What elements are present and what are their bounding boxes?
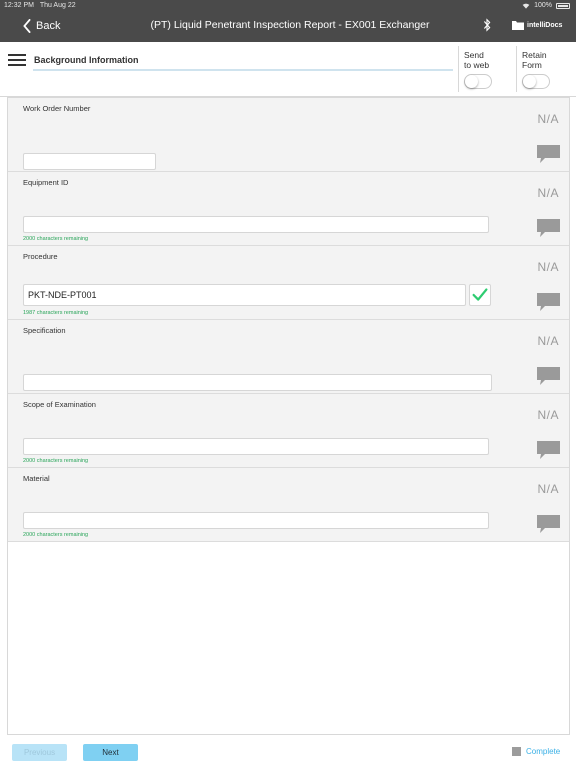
bottom-bar: Previous Next Complete (0, 735, 576, 768)
send-to-web-label: Send to web (464, 50, 490, 70)
na-button[interactable]: N/A (537, 112, 559, 126)
wifi-icon (522, 3, 530, 9)
specification-input[interactable] (23, 374, 492, 391)
form-area: Work Order Number N/A Equipment ID N/A 2… (7, 97, 570, 735)
field-scope-of-examination: Scope of Examination N/A 2000 characters… (8, 394, 569, 468)
check-icon (472, 288, 488, 301)
field-work-order-number: Work Order Number N/A (8, 98, 569, 172)
comment-icon[interactable] (536, 218, 561, 238)
comment-icon[interactable] (536, 440, 561, 460)
complete-label: Complete (526, 747, 561, 756)
work-order-number-input[interactable] (23, 153, 156, 170)
field-label: Specification (23, 326, 66, 335)
comment-icon[interactable] (536, 514, 561, 534)
material-input[interactable] (23, 512, 489, 529)
equipment-id-input[interactable] (23, 216, 489, 233)
procedure-input[interactable] (23, 284, 466, 306)
na-button[interactable]: N/A (537, 408, 559, 422)
back-label: Back (36, 20, 61, 32)
complete-checkbox[interactable]: Complete (512, 747, 560, 756)
nav-bar: Back (PT) Liquid Penetrant Inspection Re… (0, 11, 576, 42)
field-label: Equipment ID (23, 178, 69, 187)
field-specification: Specification N/A (8, 320, 569, 394)
retain-form-label: Retain Form (522, 50, 547, 70)
app-logo: intelliDocs (512, 20, 562, 30)
retain-form-toggle[interactable] (522, 74, 550, 89)
next-button[interactable]: Next (83, 744, 138, 761)
na-button[interactable]: N/A (537, 260, 559, 274)
section-title: Background Information (34, 55, 139, 65)
status-time: 12:32 PM Thu Aug 22 (4, 2, 76, 9)
na-button[interactable]: N/A (537, 482, 559, 496)
menu-icon[interactable] (8, 54, 26, 66)
valid-check[interactable] (469, 284, 491, 306)
folder-icon (512, 21, 524, 30)
characters-remaining: 2000 characters remaining (23, 458, 89, 464)
field-label: Material (23, 474, 50, 483)
field-material: Material N/A 2000 characters remaining (8, 468, 569, 542)
page-title: (PT) Liquid Penetrant Inspection Report … (150, 19, 430, 31)
field-procedure: Procedure N/A 1987 characters remaining (8, 246, 569, 320)
field-label: Work Order Number (23, 104, 91, 113)
na-button[interactable]: N/A (537, 186, 559, 200)
checkbox-icon (512, 747, 521, 756)
back-button[interactable]: Back (22, 17, 60, 35)
field-label: Procedure (23, 252, 58, 261)
status-indicators: 100% (522, 2, 570, 9)
divider (458, 46, 459, 92)
characters-remaining: 1987 characters remaining (23, 310, 89, 316)
logo-text: intelliDocs (527, 21, 563, 29)
section-header: Background Information Send to web Retain… (0, 42, 576, 97)
bluetooth-icon[interactable] (482, 18, 492, 32)
divider (516, 46, 517, 92)
na-button[interactable]: N/A (537, 334, 559, 348)
comment-icon[interactable] (536, 144, 561, 164)
status-bar: 12:32 PM Thu Aug 22 100% (0, 0, 576, 11)
previous-button[interactable]: Previous (12, 744, 67, 761)
characters-remaining: 2000 characters remaining (23, 236, 89, 242)
top-bar: 12:32 PM Thu Aug 22 100% Back (PT) Liqui… (0, 0, 576, 42)
battery-icon (556, 2, 570, 9)
scope-of-examination-input[interactable] (23, 438, 489, 455)
comment-icon[interactable] (536, 292, 561, 312)
section-underline (33, 69, 453, 71)
characters-remaining: 2000 characters remaining (23, 532, 89, 538)
send-to-web-toggle[interactable] (464, 74, 492, 89)
app-window: 12:32 PM Thu Aug 22 100% Back (PT) Liqui… (0, 0, 576, 768)
battery-percent: 100% (534, 2, 552, 9)
comment-icon[interactable] (536, 366, 561, 386)
field-label: Scope of Examination (23, 400, 96, 409)
chevron-left-icon (23, 19, 31, 33)
field-equipment-id: Equipment ID N/A 2000 characters remaini… (8, 172, 569, 246)
